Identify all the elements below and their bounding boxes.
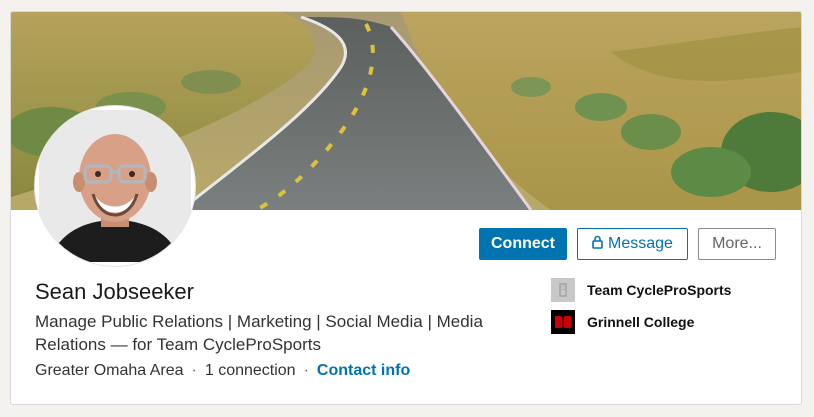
organizations-list: Team CycleProSports Grinnell College: [551, 278, 731, 342]
message-button-label: Message: [608, 235, 673, 252]
separator: ·: [303, 362, 309, 379]
contact-info-link[interactable]: Contact info: [317, 362, 410, 380]
org-item-team-cycleprosports[interactable]: Team CycleProSports: [551, 278, 731, 302]
org-item-grinnell-college[interactable]: Grinnell College: [551, 310, 731, 334]
grinnell-college-logo: [551, 310, 575, 334]
org-name: Grinnell College: [587, 314, 695, 330]
lock-icon: [592, 235, 603, 254]
connections-count: 1 connection: [204, 362, 296, 379]
separator: ·: [191, 362, 197, 379]
location-text: Greater Omaha Area: [35, 362, 184, 379]
connect-button-label: Connect: [491, 235, 555, 252]
more-button-label: More...: [712, 235, 762, 252]
profile-name: Sean Jobseeker: [35, 279, 194, 304]
company-placeholder-icon: [551, 278, 575, 302]
profile-actions: Connect Message More...: [479, 228, 776, 260]
org-name: Team CycleProSports: [587, 282, 732, 298]
profile-photo[interactable]: [35, 106, 195, 266]
message-button[interactable]: Message: [577, 228, 688, 260]
profile-headline: Manage Public Relations | Marketing | So…: [35, 312, 483, 354]
profile-card: Connect Message More... Sean Jobseeker M…: [10, 11, 802, 405]
more-button[interactable]: More...: [698, 228, 776, 260]
profile-meta: Greater Omaha Area · 1 connection · Cont…: [35, 362, 410, 380]
connect-button[interactable]: Connect: [479, 228, 567, 260]
